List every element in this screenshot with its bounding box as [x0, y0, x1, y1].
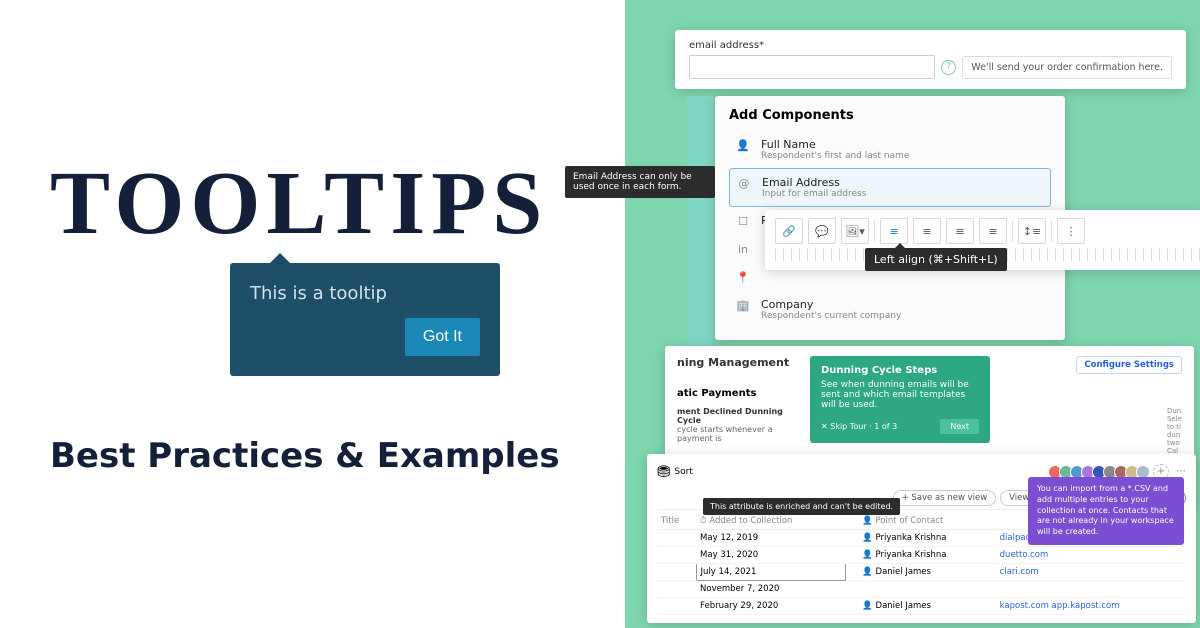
- align-right-icon[interactable]: ≡: [946, 218, 974, 244]
- email-once-tooltip: Email Address can only be used once in e…: [565, 166, 715, 198]
- email-tooltip: We'll send your order confirmation here.: [962, 56, 1172, 79]
- subtitle: Best Practices & Examples: [50, 436, 575, 476]
- line-spacing-icon[interactable]: ↕≡: [1018, 218, 1046, 244]
- tooltip-demo: This is a tooltip Got It: [230, 263, 500, 376]
- table-row[interactable]: July 14, 2021👤 Daniel Jamesclari.com: [657, 564, 1186, 581]
- email-input[interactable]: [689, 55, 935, 79]
- save-view-button[interactable]: + Save as new view: [893, 490, 997, 506]
- import-tooltip: You can import from a *.CSV and add mult…: [1028, 477, 1184, 545]
- person-icon: 👤: [735, 139, 751, 152]
- at-icon: @: [736, 177, 752, 190]
- phone-icon: ☐: [735, 215, 751, 228]
- link-icon[interactable]: 🔗: [775, 218, 803, 244]
- col-header[interactable]: Title: [657, 513, 696, 530]
- linkedin-icon: in: [735, 243, 751, 256]
- accent-bar: [687, 96, 713, 346]
- left-align-tooltip: Left align (⌘+Shift+L): [865, 248, 1007, 271]
- table-row[interactable]: November 7, 2020: [657, 581, 1186, 598]
- ellipsis-icon[interactable]: ⋯: [1176, 466, 1186, 477]
- image-icon[interactable]: 🖼▾: [841, 218, 869, 244]
- dunning-tour-tooltip: Dunning Cycle Steps See when dunning ema…: [810, 356, 990, 443]
- col-header[interactable]: 👤 Point of Contact: [858, 513, 995, 530]
- align-center-icon[interactable]: ≡: [913, 218, 941, 244]
- components-heading: Add Components: [729, 108, 1051, 123]
- more-icon[interactable]: ⋮: [1057, 218, 1085, 244]
- filter-icon[interactable]: ⛃: [657, 462, 670, 481]
- component-item-email[interactable]: @Email AddressInput for email address: [729, 168, 1051, 207]
- tooltip-demo-text: This is a tooltip: [250, 283, 480, 304]
- configure-button[interactable]: Configure Settings: [1076, 356, 1182, 374]
- email-panel: email address* ? We'll send your order c…: [675, 30, 1186, 89]
- page-title: TOOLTIPS: [50, 152, 575, 255]
- email-label: email address*: [689, 40, 1172, 51]
- col-header[interactable]: ⏱ Added to Collection: [696, 513, 846, 530]
- attribute-tooltip: This attribute is enriched and can't be …: [703, 498, 900, 515]
- table-row[interactable]: May 31, 2020👤 Priyanka Krishnaduetto.com: [657, 547, 1186, 564]
- align-left-icon[interactable]: ≡: [880, 218, 908, 244]
- help-icon[interactable]: ?: [941, 60, 956, 75]
- location-icon: 📍: [735, 271, 751, 284]
- comment-icon[interactable]: 💬: [808, 218, 836, 244]
- col-header[interactable]: [846, 513, 859, 530]
- align-justify-icon[interactable]: ≡: [979, 218, 1007, 244]
- table-row[interactable]: February 29, 2020👤 Daniel Jameskapost.co…: [657, 598, 1186, 615]
- sort-button[interactable]: Sort: [674, 467, 692, 477]
- component-item-fullname[interactable]: 👤Full NameRespondent's first and last na…: [729, 131, 1051, 168]
- component-item-company[interactable]: 🏢CompanyRespondent's current company: [729, 291, 1051, 328]
- company-icon: 🏢: [735, 299, 751, 312]
- skip-tour-link[interactable]: ✕ Skip Tour · 1 of 3: [821, 422, 897, 431]
- got-it-button[interactable]: Got It: [405, 318, 480, 356]
- next-button[interactable]: Next: [940, 419, 979, 434]
